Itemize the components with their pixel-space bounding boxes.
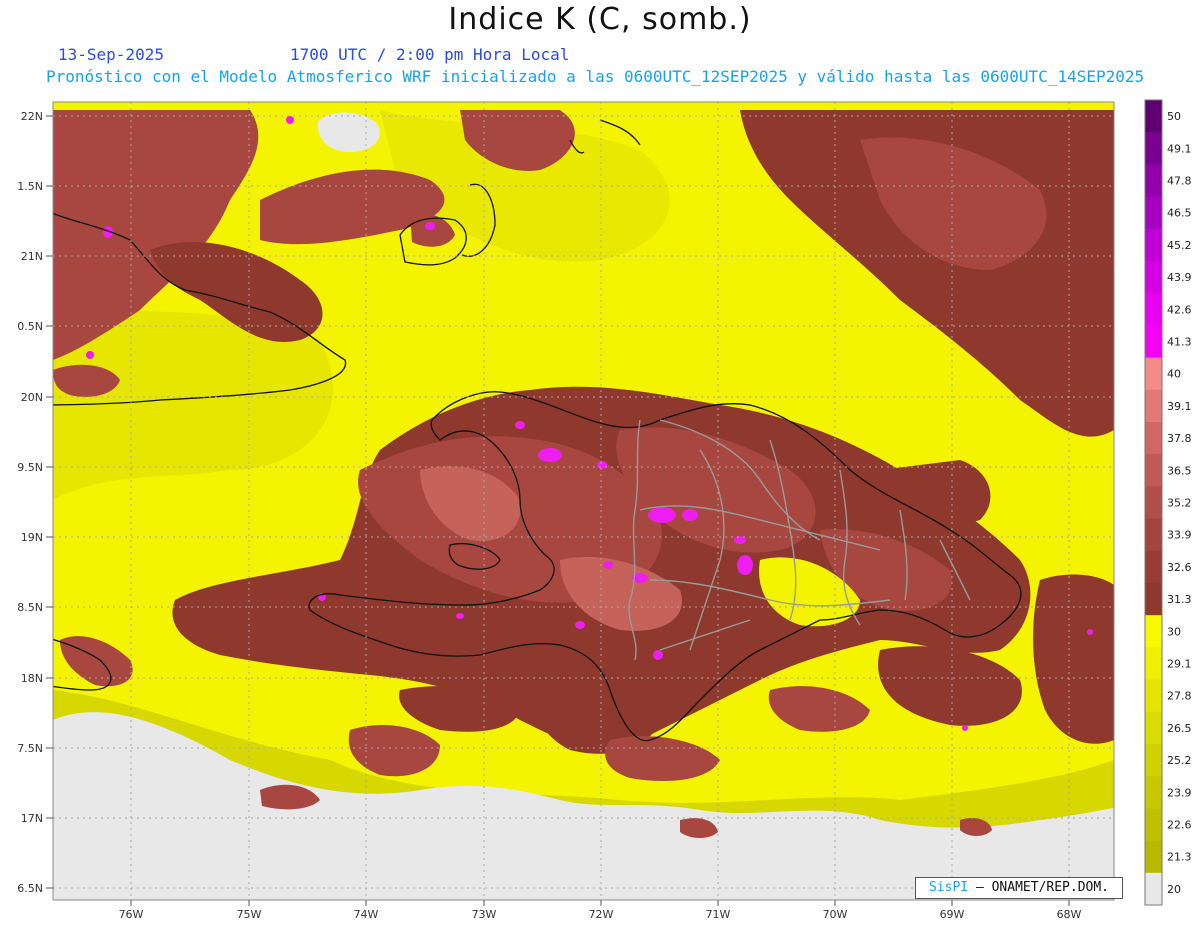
lat-label: 17N — [21, 812, 43, 825]
colorbar-label: 41.3 — [1167, 336, 1192, 349]
colorbar-label: 50 — [1167, 110, 1181, 123]
peak-cell — [286, 116, 294, 124]
colorbar-label: 26.5 — [1167, 722, 1192, 735]
lat-label: 1.5N — [17, 180, 43, 193]
colorbar-label: 29.1 — [1167, 658, 1192, 671]
colorbar-label: 21.3 — [1167, 851, 1192, 864]
colorbar-label: 27.8 — [1167, 690, 1192, 703]
lat-label: 7.5N — [17, 742, 43, 755]
peak-cell — [538, 448, 562, 462]
lat-label: 6.5N — [17, 882, 43, 895]
colorbar-label: 36.5 — [1167, 464, 1192, 477]
peak-cell — [597, 461, 607, 469]
lon-label: 68W — [1057, 908, 1082, 921]
colorbar-swatch — [1145, 357, 1162, 391]
colorbar-swatch — [1145, 164, 1162, 198]
lat-label: 0.5N — [17, 320, 43, 333]
colorbar-swatch — [1145, 840, 1162, 874]
colorbar-swatch — [1145, 422, 1162, 455]
colorbar-swatch — [1145, 486, 1162, 520]
colorbar-swatch — [1145, 711, 1162, 745]
lon-label: 70W — [823, 908, 848, 921]
colorbar-swatch — [1145, 293, 1162, 326]
credit-box: SisPI – ONAMET/REP.DOM. — [915, 877, 1123, 899]
colorbar-swatch — [1145, 872, 1162, 906]
colorbar-label: 32.6 — [1167, 561, 1192, 574]
colorbar-swatch — [1145, 228, 1162, 262]
credit-org: – ONAMET/REP.DOM. — [975, 880, 1110, 895]
colorbar-swatch — [1145, 196, 1162, 230]
peak-cell — [425, 222, 435, 230]
forecast-map: 22N 1.5N 21N 0.5N 20N 9.5N 19N 8.5N 18N … — [17, 99, 1192, 921]
colorbar-swatch — [1145, 454, 1162, 487]
lat-axis: 22N 1.5N 21N 0.5N 20N 9.5N 19N 8.5N 18N … — [17, 110, 53, 895]
colorbar-swatch — [1145, 261, 1162, 294]
lat-label: 18N — [21, 672, 43, 685]
colorbar-label: 33.9 — [1167, 529, 1192, 542]
colorbar-swatch — [1145, 808, 1162, 842]
colorbar-label: 31.3 — [1167, 593, 1192, 606]
colorbar-label: 40 — [1167, 368, 1181, 381]
peak-cell — [682, 509, 698, 521]
peak-cell — [1087, 629, 1093, 635]
lon-label: 75W — [237, 908, 262, 921]
lon-label: 73W — [472, 908, 497, 921]
credit-brand: SisPI — [928, 880, 969, 895]
peak-cell — [737, 555, 753, 575]
colorbar-swatch — [1145, 776, 1162, 809]
colorbar-label: 45.2 — [1167, 239, 1192, 252]
lon-label: 76W — [119, 908, 144, 921]
peak-cell — [575, 621, 585, 629]
colorbar-swatch — [1145, 325, 1162, 359]
colorbar-swatch — [1145, 647, 1162, 681]
peak-cell — [962, 725, 968, 731]
lat-label: 21N — [21, 250, 43, 263]
peak-cell — [653, 650, 663, 660]
colorbar-swatch — [1145, 100, 1162, 133]
colorbar-label: 30 — [1167, 625, 1181, 638]
colorbar-label: 49.1 — [1167, 142, 1192, 155]
lat-label: 20N — [21, 391, 43, 404]
lat-label: 22N — [21, 110, 43, 123]
lat-label: 19N — [21, 531, 43, 544]
colorbar-label: 22.6 — [1167, 819, 1192, 832]
peak-cell — [648, 507, 676, 523]
colorbar-label: 23.9 — [1167, 786, 1192, 799]
colorbar-swatch — [1145, 518, 1162, 552]
peak-cell — [86, 351, 94, 359]
map-field — [53, 102, 1114, 900]
colorbar-label: 43.9 — [1167, 271, 1192, 284]
lon-label: 69W — [940, 908, 965, 921]
colorbar-swatch — [1145, 389, 1162, 423]
peak-cell — [603, 561, 613, 569]
colorbar-label: 42.6 — [1167, 303, 1192, 316]
colorbar-label: 37.8 — [1167, 432, 1192, 445]
lat-label: 9.5N — [17, 461, 43, 474]
colorbar-swatch — [1145, 744, 1162, 777]
colorbar-label: 39.1 — [1167, 400, 1192, 413]
peak-cell — [456, 613, 464, 619]
colorbar-swatch — [1145, 550, 1162, 584]
lon-axis: 76W 75W 74W 73W 72W 71W 70W 69W 68W — [119, 900, 1082, 921]
colorbar-swatch — [1145, 679, 1162, 713]
colorbar-swatch — [1145, 615, 1162, 648]
colorbar-swatch — [1145, 132, 1162, 165]
colorbar-label: 47.8 — [1167, 175, 1192, 188]
lon-label: 72W — [589, 908, 614, 921]
colorbar-label: 20 — [1167, 883, 1181, 896]
colorbar-label: 25.2 — [1167, 754, 1192, 767]
colorbar-label: 46.5 — [1167, 207, 1192, 220]
lat-label: 8.5N — [17, 601, 43, 614]
lon-label: 71W — [706, 908, 731, 921]
lon-label: 74W — [354, 908, 379, 921]
colorbar: 50 49.1 47.8 46.5 45.2 43.9 42.6 41.3 40 39.1 37.8… — [1144, 99, 1192, 906]
colorbar-label: 35.2 — [1167, 497, 1192, 510]
colorbar-swatch — [1145, 583, 1162, 616]
peak-cell — [515, 421, 525, 429]
